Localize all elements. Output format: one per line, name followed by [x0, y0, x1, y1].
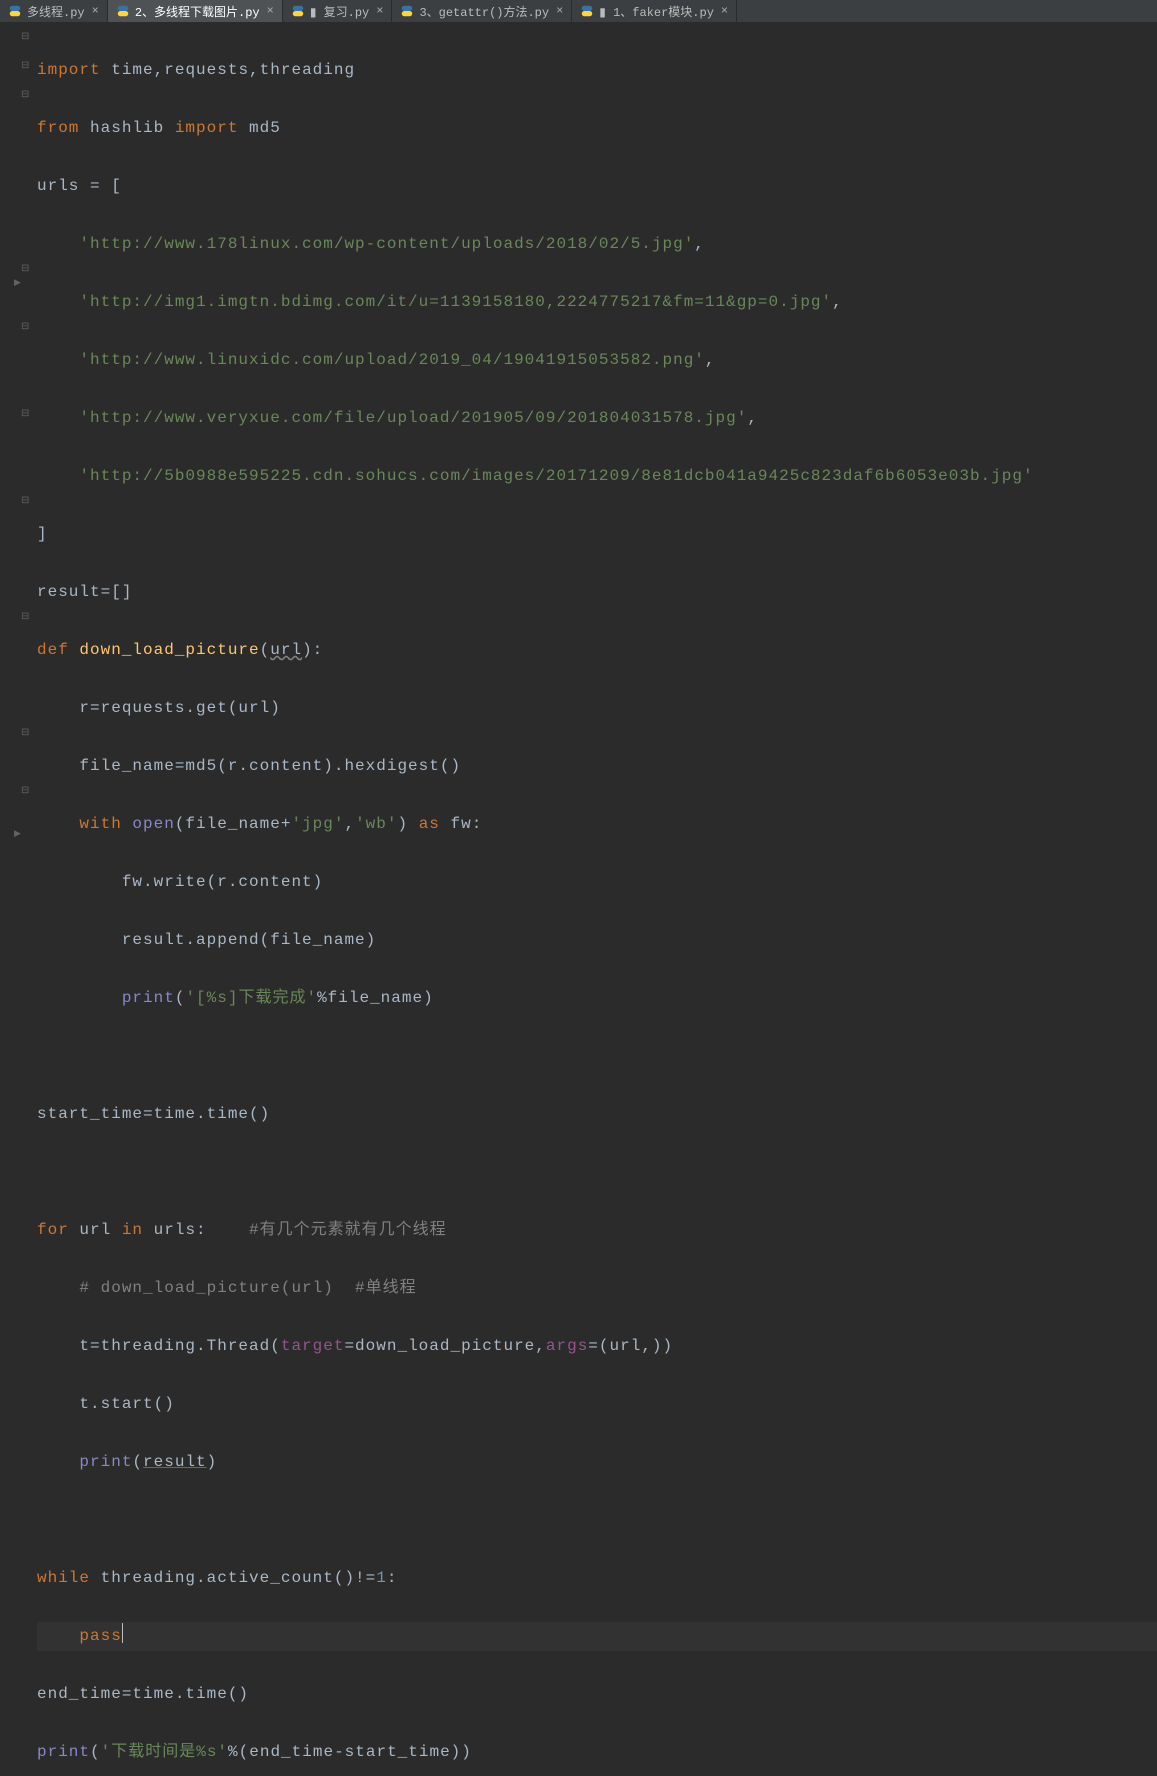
python-file-icon — [400, 4, 414, 18]
code-line[interactable]: r=requests.get(url) — [37, 694, 1157, 723]
fold-icon[interactable]: ⊟ — [21, 727, 29, 739]
code-line[interactable]: t.start() — [37, 1390, 1157, 1419]
code-line[interactable]: file_name=md5(r.content).hexdigest() — [37, 752, 1157, 781]
code-line[interactable]: result=[] — [37, 578, 1157, 607]
code-line[interactable]: end_time=time.time() — [37, 1680, 1157, 1709]
fold-icon[interactable]: ⊟ — [21, 321, 29, 333]
gutter-arrow-icon[interactable]: ▶ — [14, 829, 21, 839]
code-line[interactable]: 'http://5b0988e595225.cdn.sohucs.com/ima… — [37, 462, 1157, 491]
code-line[interactable]: fw.write(r.content) — [37, 868, 1157, 897]
fold-icon[interactable]: ⊟ — [21, 89, 29, 101]
code-line[interactable] — [37, 1042, 1157, 1071]
code-line[interactable]: urls = [ — [37, 172, 1157, 201]
fold-icon[interactable]: ⊟ — [21, 495, 29, 507]
editor-tabs: 多线程.py × 2、多线程下载图片.py × ▮ 复习.py × 3、geta… — [0, 0, 1157, 23]
close-icon[interactable]: × — [267, 4, 274, 18]
code-line[interactable]: 'http://www.linuxidc.com/upload/2019_04/… — [37, 346, 1157, 375]
fold-icon[interactable]: ⊟ — [21, 408, 29, 420]
code-line[interactable]: 'http://img1.imgtn.bdimg.com/it/u=113915… — [37, 288, 1157, 317]
fold-icon[interactable]: ⊟ — [21, 263, 29, 275]
code-editor[interactable]: ⊟ ⊟ ⊟ ⊟ ▶ ⊟ ⊟ ⊟ ⊟ ⊟ ⊟ ▶ import time,requ… — [0, 23, 1157, 1776]
code-line[interactable]: start_time=time.time() — [37, 1100, 1157, 1129]
code-line[interactable]: 'http://www.veryxue.com/file/upload/2019… — [37, 404, 1157, 433]
close-icon[interactable]: × — [721, 4, 728, 18]
python-file-icon — [291, 4, 305, 18]
tab-label: 2、多线程下载图片.py — [135, 3, 260, 20]
python-file-icon — [8, 4, 22, 18]
fold-icon[interactable]: ⊟ — [21, 60, 29, 72]
python-file-icon — [580, 4, 594, 18]
code-line[interactable]: ] — [37, 520, 1157, 549]
code-line[interactable]: t=threading.Thread(target=down_load_pict… — [37, 1332, 1157, 1361]
code-line[interactable]: print('下载时间是%s'%(end_time-start_time)) — [37, 1738, 1157, 1767]
code-line[interactable]: result.append(file_name) — [37, 926, 1157, 955]
tab-label: 多线程.py — [27, 3, 85, 20]
code-line[interactable] — [37, 1158, 1157, 1187]
tab-2[interactable]: ▮ 复习.py × — [283, 0, 393, 22]
code-line[interactable]: import time,requests,threading — [37, 56, 1157, 85]
code-line[interactable]: def down_load_picture(url): — [37, 636, 1157, 665]
code-line[interactable] — [37, 1506, 1157, 1535]
code-line[interactable]: # down_load_picture(url) #单线程 — [37, 1274, 1157, 1303]
tab-3[interactable]: 3、getattr()方法.py × — [392, 0, 572, 22]
text-caret — [122, 1623, 123, 1643]
fold-icon[interactable]: ⊟ — [21, 611, 29, 623]
gutter-arrow-icon[interactable]: ▶ — [14, 278, 21, 288]
code-line[interactable]: for url in urls: #有几个元素就有几个线程 — [37, 1216, 1157, 1245]
python-file-icon — [116, 4, 130, 18]
code-area[interactable]: import time,requests,threading from hash… — [0, 27, 1157, 1776]
code-line[interactable]: print(result) — [37, 1448, 1157, 1477]
fold-icon[interactable]: ⊟ — [21, 31, 29, 43]
close-icon[interactable]: × — [92, 4, 99, 18]
code-line[interactable]: while threading.active_count()!=1: — [37, 1564, 1157, 1593]
tab-label: ▮ 复习.py — [310, 3, 369, 20]
tab-label: 3、getattr()方法.py — [419, 3, 549, 20]
gutter: ⊟ ⊟ ⊟ ⊟ ▶ ⊟ ⊟ ⊟ ⊟ ⊟ ⊟ ▶ — [0, 27, 34, 1776]
tab-label: ▮ 1、faker模块.py — [599, 3, 714, 20]
tab-1[interactable]: 2、多线程下载图片.py × — [108, 0, 283, 22]
tab-0[interactable]: 多线程.py × — [0, 0, 108, 22]
close-icon[interactable]: × — [376, 4, 383, 18]
code-line[interactable]: print('[%s]下载完成'%file_name) — [37, 984, 1157, 1013]
close-icon[interactable]: × — [556, 4, 563, 18]
fold-icon[interactable]: ⊟ — [21, 785, 29, 797]
code-line[interactable]: with open(file_name+'jpg','wb') as fw: — [37, 810, 1157, 839]
code-line[interactable]: from hashlib import md5 — [37, 114, 1157, 143]
code-line-current[interactable]: pass — [37, 1622, 1157, 1651]
tab-4[interactable]: ▮ 1、faker模块.py × — [572, 0, 737, 22]
code-line[interactable]: 'http://www.178linux.com/wp-content/uplo… — [37, 230, 1157, 259]
